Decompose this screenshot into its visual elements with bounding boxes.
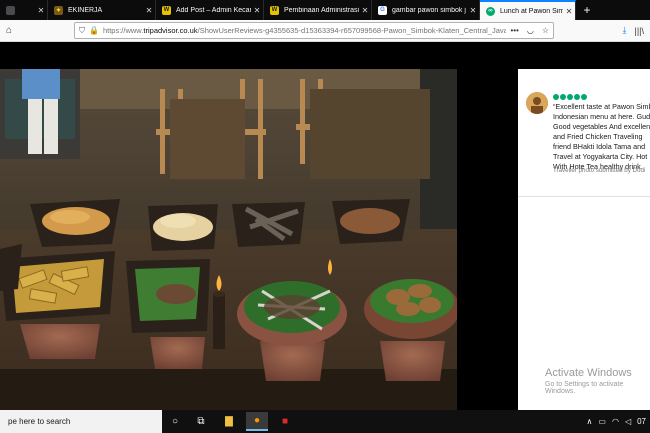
google-icon: G (378, 5, 387, 15)
avatar-image (526, 92, 548, 114)
food-photo-image (0, 69, 457, 410)
system-tray: ∧ ▭ ◠ ◁ 07 (587, 410, 650, 433)
clock[interactable]: 07 (637, 417, 646, 426)
close-icon[interactable]: ✕ (35, 6, 47, 15)
pocket-icon[interactable]: ◡ (527, 26, 534, 35)
chevron-up-icon[interactable]: ∧ (587, 417, 593, 426)
nav-bar: ⌂ ⛉ 🔒 https://www.tripadvisor.co.uk/Show… (0, 20, 650, 42)
wp-icon: W (270, 5, 279, 15)
tab-pembinaan[interactable]: W Pembinaan Administrasi ✕ (264, 0, 372, 20)
network-icon[interactable]: ▭ (598, 417, 606, 426)
cortana-icon[interactable]: ○ (164, 412, 186, 431)
tab-page[interactable]: ✕ (0, 0, 48, 20)
activate-windows-watermark: Activate Windows Go to Settings to activ… (545, 367, 650, 395)
tab-ekinerja[interactable]: ✦ EKINERJA ✕ (48, 0, 156, 20)
task-view-icon[interactable]: ⧉ (190, 412, 212, 431)
star-icon[interactable]: ☆ (542, 26, 549, 35)
tab-add-post[interactable]: W Add Post – Admin Kecam ✕ (156, 0, 264, 20)
tab-tripadvisor[interactable]: ∞ Lunch at Pawon Simbok ✕ (480, 0, 576, 20)
close-icon[interactable]: ✕ (467, 6, 479, 15)
taskbar: pe here to search ○ ⧉ ▇ ● ■ ∧ ▭ ◠ ◁ 07 (0, 410, 650, 433)
toolbar-right: ⤓ |||\ (623, 20, 650, 41)
watermark-title: Activate Windows (545, 367, 632, 379)
tab-label: Pembinaan Administrasi (284, 6, 359, 14)
garuda-icon: ✦ (54, 5, 63, 15)
divider (518, 196, 650, 197)
lock-icon[interactable]: 🔒 (89, 26, 99, 35)
screen: ✕ ✦ EKINERJA ✕ W Add Post – Admin Kecam … (0, 0, 650, 433)
tripadvisor-icon: ∞ (486, 6, 495, 16)
url-path: /ShowUserReviews-g4355635-d15363394-r657… (197, 26, 507, 35)
review-text: “Excellent taste at Pawon Simbok Indones… (553, 102, 650, 172)
page-icon (6, 5, 15, 15)
close-icon[interactable]: ✕ (143, 6, 155, 15)
tab-label: EKINERJA (68, 6, 103, 14)
close-icon[interactable]: ✕ (563, 7, 575, 16)
review-line: “Excellent taste at Pawon Simbok (553, 102, 650, 111)
url-bar[interactable]: ⛉ 🔒 https://www.tripadvisor.co.uk/ShowUs… (74, 22, 554, 39)
download-icon[interactable]: ⤓ (623, 25, 627, 36)
review-photo[interactable] (0, 69, 457, 410)
tab-label: gambar pawon simbok j (392, 6, 466, 14)
wifi-icon[interactable]: ◠ (612, 417, 619, 426)
library-icon[interactable]: |||\ (634, 26, 644, 36)
review-line: Travel at Yogyakarta City. Hot (553, 152, 648, 161)
url-host: tripadvisor.co.uk (143, 26, 198, 35)
more-icon[interactable]: ••• (510, 26, 518, 35)
volume-icon[interactable]: ◁ (625, 417, 631, 426)
rating-bubble (574, 94, 580, 100)
app-icon[interactable]: ■ (274, 412, 296, 431)
avatar[interactable] (526, 92, 548, 114)
review-line: Good vegetables And excellent (553, 122, 650, 131)
review-line: Indonesian menu at here. Gud (553, 112, 650, 121)
file-explorer-icon[interactable]: ▇ (218, 412, 240, 431)
close-icon[interactable]: ✕ (359, 6, 371, 15)
url-text: https://www.tripadvisor.co.uk/ShowUserRe… (103, 26, 506, 35)
photo-attribution: Traveller photo submitted by Dodi (553, 167, 646, 174)
tab-label: Add Post – Admin Kecam (176, 6, 251, 14)
rating-bubble (581, 94, 587, 100)
review-line: friend BHakti Idola Tama and (553, 142, 646, 151)
shield-icon[interactable]: ⛉ (79, 26, 85, 36)
close-icon[interactable]: ✕ (251, 6, 263, 15)
rating-bubble (553, 94, 559, 100)
wp-icon: W (162, 5, 171, 15)
url-prefix: https://www. (102, 26, 144, 35)
watermark-subtitle: Go to Settings to activate Windows. (545, 381, 624, 395)
search-placeholder: pe here to search (8, 417, 71, 426)
review-line: and Fried Chicken Traveling (553, 132, 643, 141)
rating-bubble (567, 94, 573, 100)
new-tab-button[interactable]: + (576, 0, 598, 20)
taskbar-search-box[interactable]: pe here to search (0, 410, 162, 433)
rating-bubble (560, 94, 566, 100)
tab-bar: ✕ ✦ EKINERJA ✕ W Add Post – Admin Kecam … (0, 0, 650, 20)
tab-google[interactable]: G gambar pawon simbok j ✕ (372, 0, 480, 20)
tab-label: Lunch at Pawon Simbok (500, 7, 563, 15)
home-icon[interactable]: ⌂ (2, 25, 16, 36)
rating-bubbles (553, 94, 587, 100)
firefox-icon[interactable]: ● (246, 412, 268, 431)
